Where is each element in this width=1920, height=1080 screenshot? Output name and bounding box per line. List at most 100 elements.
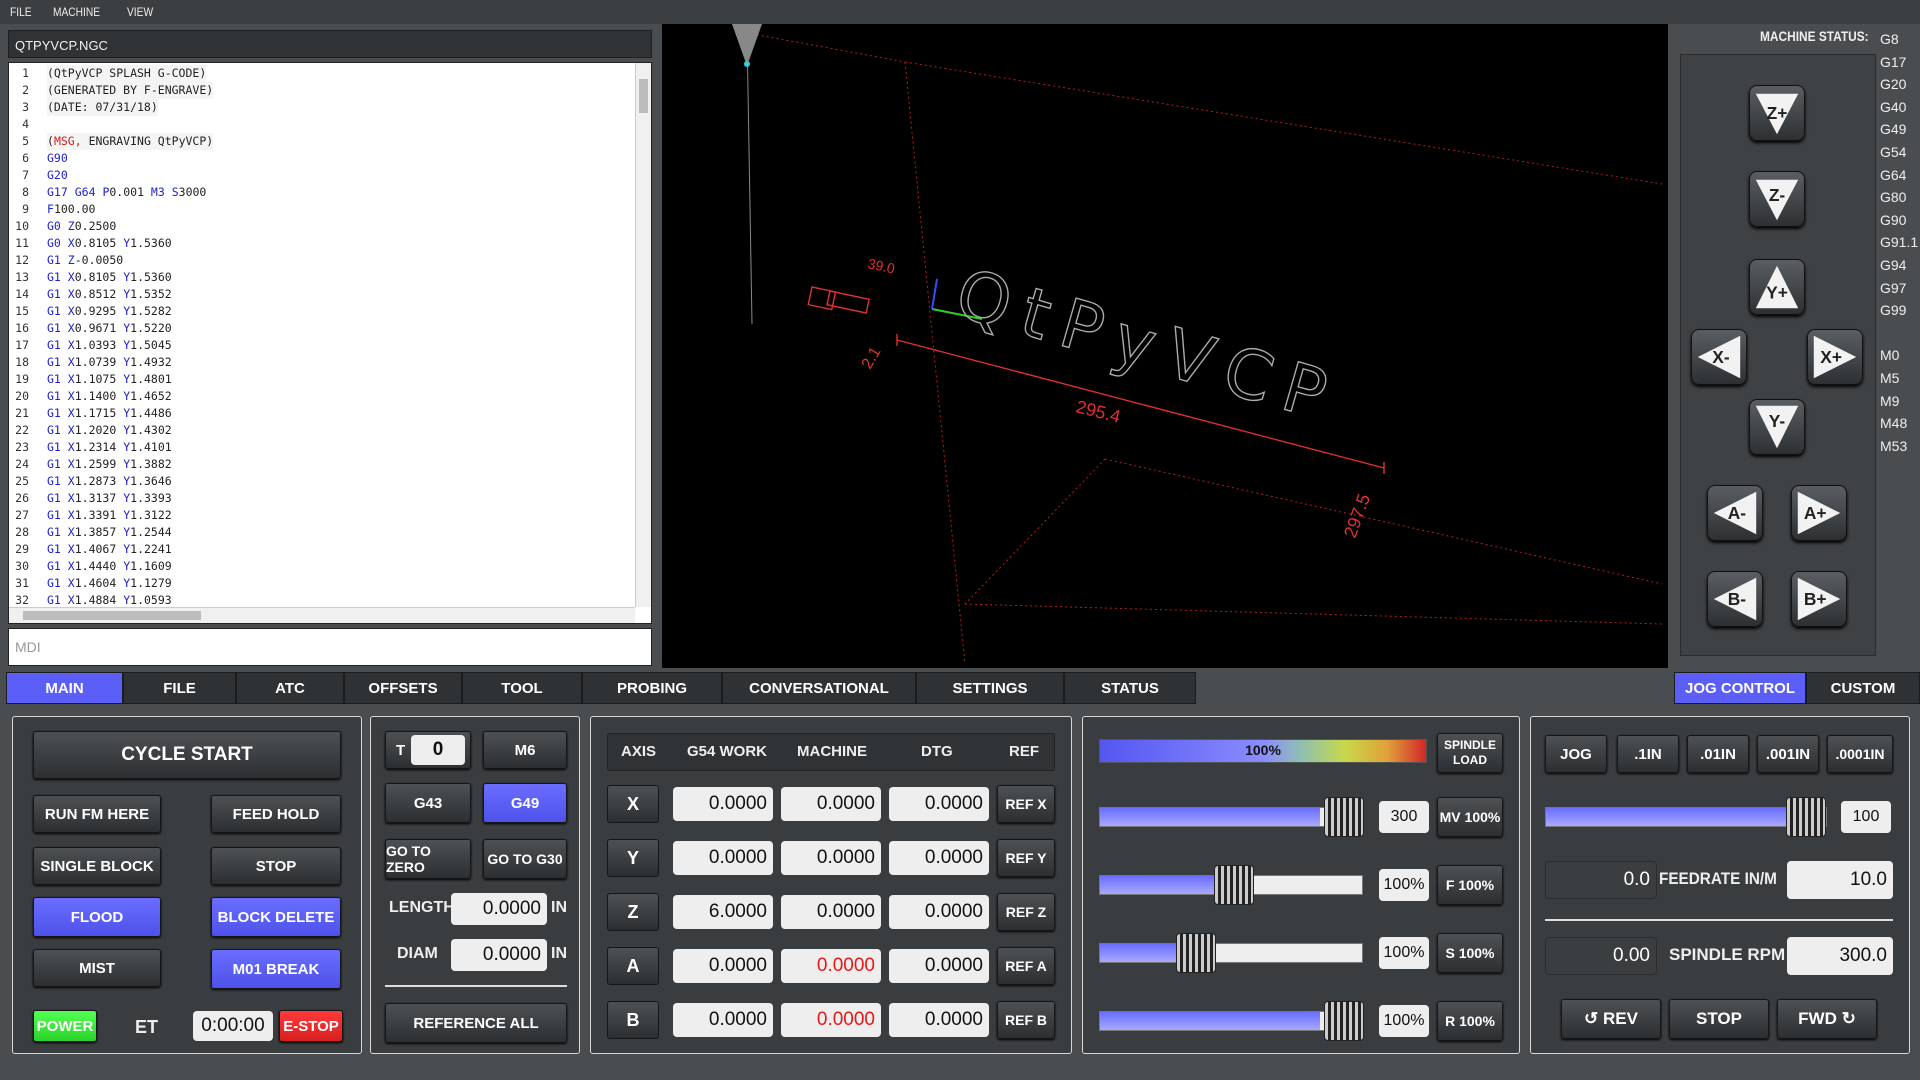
feed-hold-button[interactable]: FEED HOLD — [211, 795, 341, 833]
gcode-line[interactable]: 2 (GENERATED BY F-ENGRAVE) — [9, 82, 635, 99]
power-button[interactable]: POWER — [33, 1010, 97, 1042]
gcode-line[interactable]: 16 G1 X0.9671 Y1.5220 — [9, 320, 635, 337]
gcode-line[interactable]: 18 G1 X1.0739 Y1.4932 — [9, 354, 635, 371]
jog-z-plus-button[interactable]: Z+ — [1749, 85, 1805, 141]
stop-button[interactable]: STOP — [211, 847, 341, 885]
go-to-g30-button[interactable]: GO TO G30 — [483, 839, 567, 879]
3d-toolpath-view[interactable]: 295.4 297.5 2.1 39.0 QtPyVCP — [662, 24, 1668, 668]
tab-tool[interactable]: TOOL — [462, 672, 582, 704]
m6-button[interactable]: M6 — [483, 731, 567, 769]
gcode-line[interactable]: 29 G1 X1.4067 Y1.2241 — [9, 541, 635, 558]
menu-machine[interactable]: MACHINE — [53, 5, 100, 19]
gcode-line[interactable]: 9 F100.00 — [9, 201, 635, 218]
tab-file[interactable]: FILE — [123, 672, 236, 704]
gcode-line[interactable]: 28 G1 X1.3857 Y1.2544 — [9, 524, 635, 541]
gcode-line[interactable]: 21 G1 X1.1715 Y1.4486 — [9, 405, 635, 422]
spindle-override-handle[interactable] — [1176, 933, 1216, 973]
mdi-input[interactable]: MDI — [8, 628, 652, 666]
tab-settings[interactable]: SETTINGS — [916, 672, 1064, 704]
ref-axis-button[interactable]: REF X — [997, 785, 1055, 823]
gcode-line[interactable]: 1 (QtPyVCP SPLASH G-CODE) — [9, 65, 635, 82]
gcode-line[interactable]: 27 G1 X1.3391 Y1.3122 — [9, 507, 635, 524]
spindle-reset-button[interactable]: S 100% — [1437, 933, 1503, 973]
rapid-reset-button[interactable]: R 100% — [1437, 1001, 1503, 1041]
spindle-rev-button[interactable]: ↺ REV — [1561, 999, 1661, 1039]
flood-button[interactable]: FLOOD — [33, 897, 161, 937]
horizontal-scrollbar[interactable] — [9, 607, 635, 623]
mist-button[interactable]: MIST — [33, 949, 161, 987]
gcode-line[interactable]: 7 G20 — [9, 167, 635, 184]
gcode-line[interactable]: 25 G1 X1.2873 Y1.3646 — [9, 473, 635, 490]
feed-reset-button[interactable]: F 100% — [1437, 865, 1503, 905]
reference-all-button[interactable]: REFERENCE ALL — [385, 1003, 567, 1043]
jog-step-00001-button[interactable]: .0001IN — [1827, 735, 1893, 773]
gcode-line[interactable]: 30 G1 X1.4440 Y1.1609 — [9, 558, 635, 575]
gcode-line[interactable]: 17 G1 X1.0393 Y1.5045 — [9, 337, 635, 354]
gcode-line[interactable]: 19 G1 X1.1075 Y1.4801 — [9, 371, 635, 388]
jog-z-minus-button[interactable]: Z- — [1749, 171, 1805, 227]
gcode-line[interactable]: 5 (MSG, ENGRAVING QtPyVCP) — [9, 133, 635, 150]
tab-probing[interactable]: PROBING — [582, 672, 722, 704]
jog-b-minus-button[interactable]: B- — [1707, 571, 1763, 627]
run-from-here-button[interactable]: RUN FM HERE — [33, 795, 161, 833]
ref-axis-button[interactable]: REF Y — [997, 839, 1055, 877]
rpm-setpoint-input[interactable]: 300.0 — [1787, 937, 1893, 975]
vertical-scrollbar[interactable] — [635, 63, 651, 607]
tab-offsets[interactable]: OFFSETS — [344, 672, 462, 704]
gcode-lines[interactable]: 1 (QtPyVCP SPLASH G-CODE) 2 (GENERATED BY F… — [9, 65, 635, 607]
max-velocity-handle[interactable] — [1324, 797, 1364, 837]
gcode-line[interactable]: 22 G1 X1.2020 Y1.4302 — [9, 422, 635, 439]
spindle-stop-button[interactable]: STOP — [1669, 999, 1769, 1039]
jog-y-minus-button[interactable]: Y- — [1749, 399, 1805, 455]
estop-button[interactable]: E-STOP — [279, 1010, 343, 1042]
gcode-line[interactable]: 11 G0 X0.8105 Y1.5360 — [9, 235, 635, 252]
spindle-override-slider[interactable] — [1099, 933, 1363, 973]
jog-x-minus-button[interactable]: X- — [1691, 329, 1747, 385]
jog-a-minus-button[interactable]: A- — [1707, 485, 1763, 541]
jog-b-plus-button[interactable]: B+ — [1791, 571, 1847, 627]
tab-custom[interactable]: CUSTOM — [1806, 672, 1920, 704]
tool-number-input[interactable]: 0 — [411, 735, 465, 765]
jog-speed-slider[interactable] — [1545, 797, 1827, 837]
menu-view[interactable]: VIEW — [127, 5, 153, 19]
g49-button[interactable]: G49 — [483, 783, 567, 823]
gcode-line[interactable]: 32 G1 X1.4884 Y1.0593 — [9, 592, 635, 607]
single-block-button[interactable]: SINGLE BLOCK — [33, 847, 161, 885]
rapid-override-slider[interactable] — [1099, 1001, 1364, 1041]
jog-step-0001-button[interactable]: .001IN — [1757, 735, 1819, 773]
gcode-line[interactable]: 14 G1 X0.8512 Y1.5352 — [9, 286, 635, 303]
jog-a-plus-button[interactable]: A+ — [1791, 485, 1847, 541]
gcode-line[interactable]: 20 G1 X1.1400 Y1.4652 — [9, 388, 635, 405]
ref-axis-button[interactable]: REF A — [997, 947, 1055, 985]
jog-y-plus-button[interactable]: Y+ — [1749, 259, 1805, 315]
gcode-line[interactable]: 10 G0 Z0.2500 — [9, 218, 635, 235]
gcode-line[interactable]: 26 G1 X1.3137 Y1.3393 — [9, 490, 635, 507]
gcode-line[interactable]: 12 G1 Z-0.0050 — [9, 252, 635, 269]
gcode-line[interactable]: 15 G1 X0.9295 Y1.5282 — [9, 303, 635, 320]
ref-axis-button[interactable]: REF Z — [997, 893, 1055, 931]
feed-override-handle[interactable] — [1214, 865, 1254, 905]
m01-break-button[interactable]: M01 BREAK — [211, 949, 341, 989]
ref-axis-button[interactable]: REF B — [997, 1001, 1055, 1039]
tab-conversational[interactable]: CONVERSATIONAL — [722, 672, 916, 704]
gcode-editor[interactable]: 1 (QtPyVCP SPLASH G-CODE) 2 (GENERATED BY F… — [8, 62, 652, 624]
gcode-line[interactable]: 23 G1 X1.2314 Y1.4101 — [9, 439, 635, 456]
gcode-line[interactable]: 13 G1 X0.8105 Y1.5360 — [9, 269, 635, 286]
jog-mode-button[interactable]: JOG — [1545, 735, 1607, 773]
block-delete-button[interactable]: BLOCK DELETE — [211, 897, 341, 937]
menu-file[interactable]: FILE — [10, 5, 32, 19]
jog-step-01-button[interactable]: .1IN — [1617, 735, 1679, 773]
gcode-line[interactable]: 31 G1 X1.4604 Y1.1279 — [9, 575, 635, 592]
max-velocity-slider[interactable] — [1099, 797, 1364, 837]
tab-jog-control[interactable]: JOG CONTROL — [1674, 672, 1806, 704]
tab-main[interactable]: MAIN — [6, 672, 123, 704]
jog-speed-handle[interactable] — [1786, 797, 1826, 837]
gcode-line[interactable]: 3 (DATE: 07/31/18) — [9, 99, 635, 116]
tab-atc[interactable]: ATC — [236, 672, 344, 704]
rapid-override-handle[interactable] — [1324, 1001, 1364, 1041]
g43-button[interactable]: G43 — [385, 783, 471, 823]
tab-status[interactable]: STATUS — [1064, 672, 1196, 704]
gcode-line[interactable]: 24 G1 X1.2599 Y1.3882 — [9, 456, 635, 473]
feed-setpoint-input[interactable]: 10.0 — [1787, 861, 1893, 899]
spindle-fwd-button[interactable]: FWD ↻ — [1777, 999, 1877, 1039]
